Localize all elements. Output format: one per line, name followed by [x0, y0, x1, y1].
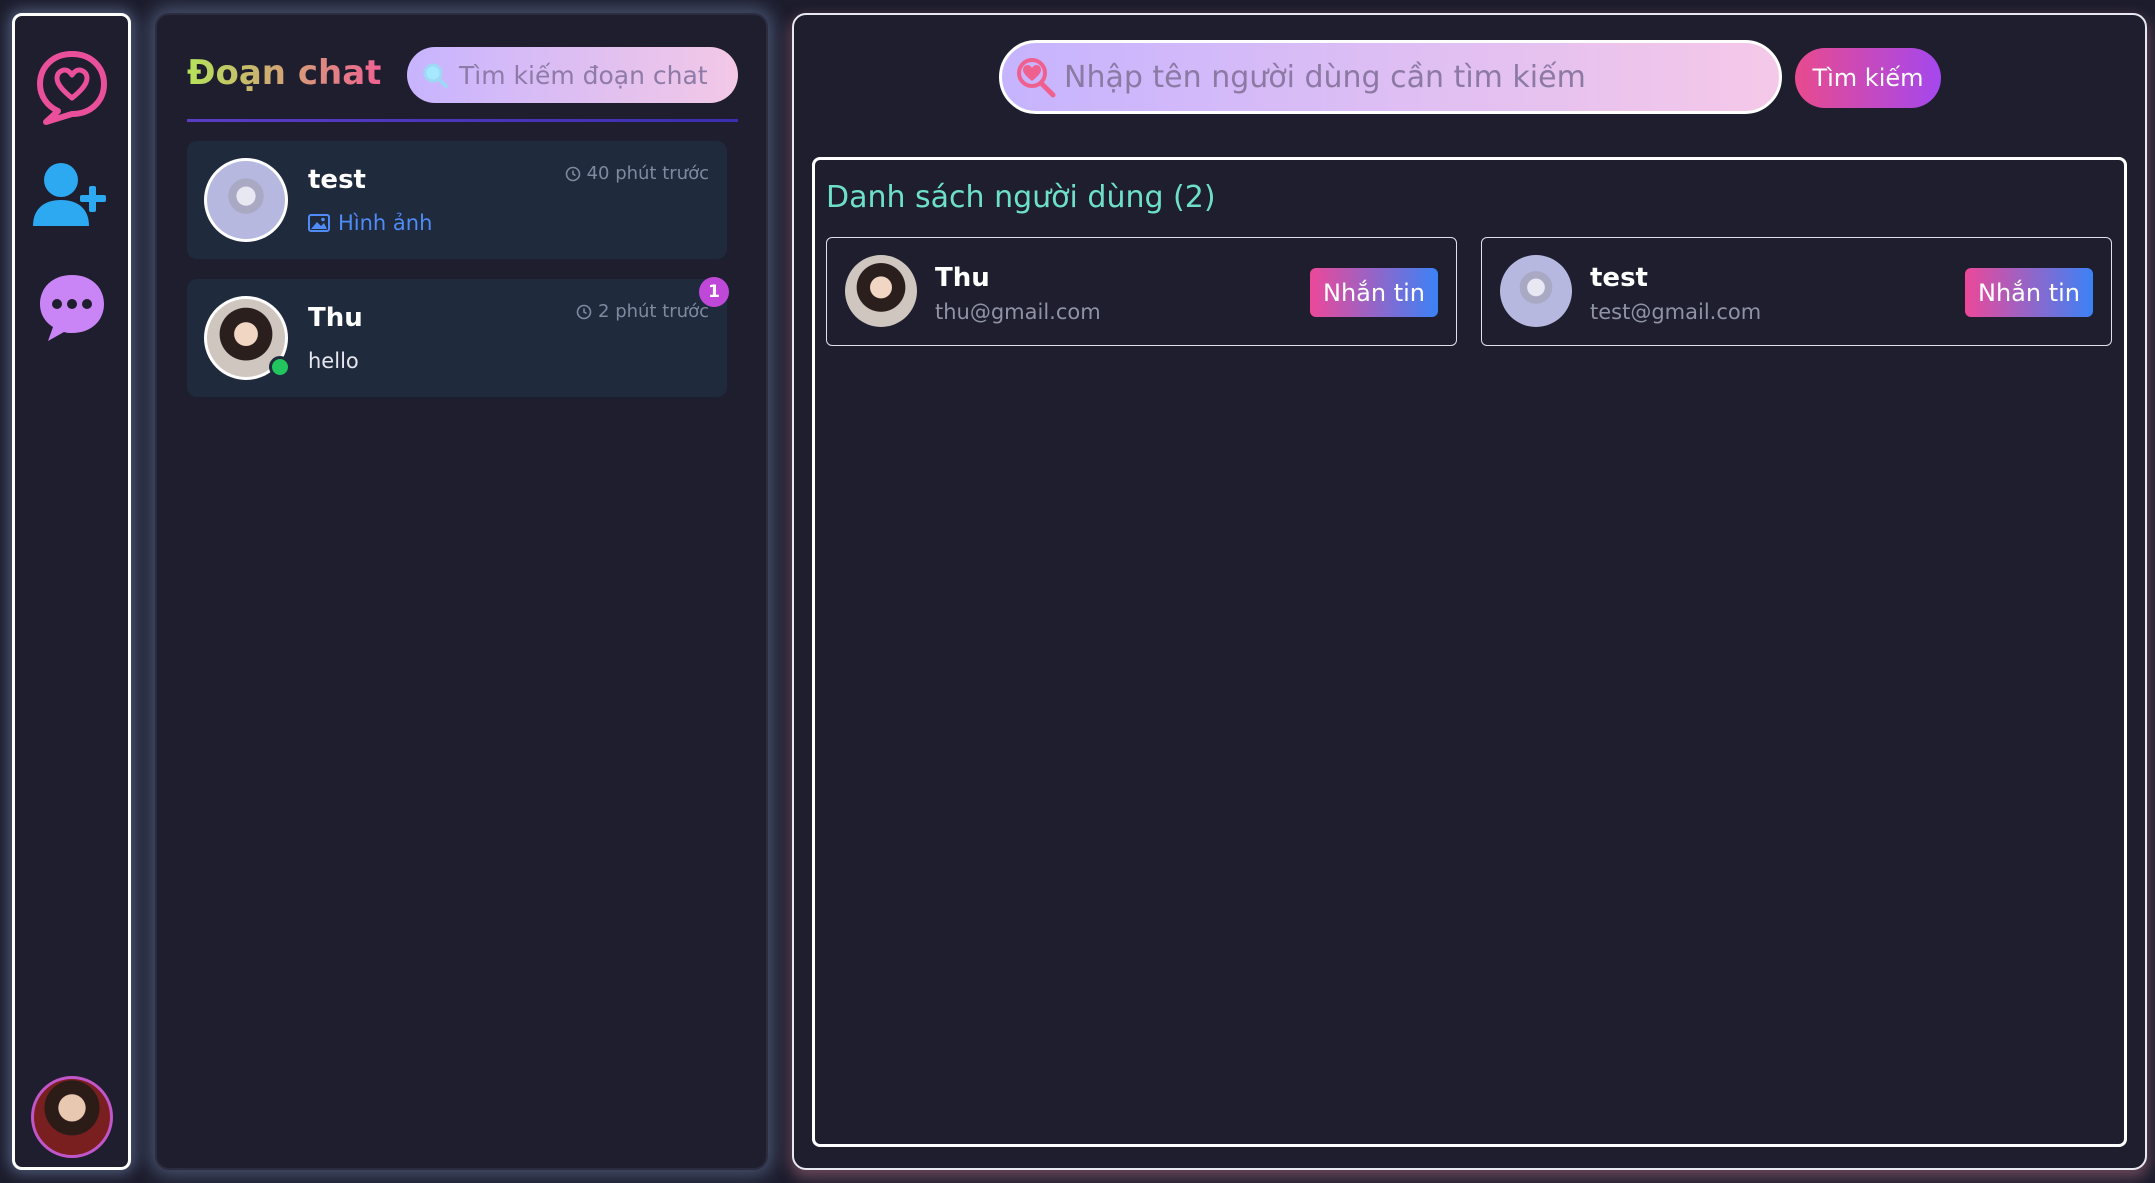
search-placeholder: Tìm kiếm đoạn chat: [459, 60, 708, 90]
unread-badge: 1: [699, 277, 729, 307]
user-email: thu@gmail.com: [935, 300, 1101, 324]
conversation-item-test[interactable]: test 40 phút trước Hình ảnh: [187, 141, 727, 259]
search-icon: [423, 63, 448, 88]
user-plus-icon[interactable]: [29, 154, 115, 240]
conversation-preview: hello: [308, 349, 359, 373]
user-name: Thu: [935, 263, 990, 293]
user-card-test: test test@gmail.com Nhắn tin: [1481, 237, 2112, 346]
conversations-panel: Đoạn chat Tìm kiếm đoạn chat test 40 phú…: [155, 13, 768, 1170]
preview-text: hello: [308, 349, 359, 373]
time-label: 2 phút trước: [598, 301, 709, 322]
clock-icon: [565, 166, 580, 181]
avatar: [845, 255, 917, 327]
user-card-thu: Thu thu@gmail.com Nhắn tin: [826, 237, 1457, 346]
user-search-panel: Nhập tên người dùng cần tìm kiếm Tìm kiế…: [792, 13, 2147, 1170]
panel-title: Đoạn chat: [187, 53, 382, 93]
avatar: [1500, 255, 1572, 327]
search-placeholder: Nhập tên người dùng cần tìm kiếm: [1064, 59, 1586, 95]
time-label: 40 phút trước: [586, 163, 709, 184]
chat-dots-icon[interactable]: [34, 269, 110, 345]
nav-rail: [12, 13, 131, 1170]
conversation-name: test: [308, 165, 366, 195]
heart-search-icon: [1017, 58, 1056, 98]
image-icon: [308, 214, 330, 232]
user-list: Danh sách người dùng (2) Thu thu@gmail.c…: [812, 157, 2127, 1147]
message-button[interactable]: Nhắn tin: [1965, 268, 2093, 317]
user-name: test: [1590, 263, 1648, 293]
message-button[interactable]: Nhắn tin: [1310, 268, 1438, 317]
conversation-preview: Hình ảnh: [308, 211, 432, 235]
search-button[interactable]: Tìm kiếm: [1795, 48, 1941, 108]
list-title: Danh sách người dùng (2): [826, 180, 1216, 215]
chat-heart-icon[interactable]: [32, 46, 112, 126]
conversation-name: Thu: [308, 303, 363, 333]
preview-text: Hình ảnh: [338, 211, 433, 235]
avatar: [204, 158, 288, 242]
divider: [187, 119, 738, 122]
user-search-input[interactable]: Nhập tên người dùng cần tìm kiếm: [999, 40, 1782, 114]
current-user-avatar[interactable]: [30, 1076, 113, 1158]
conversation-item-thu[interactable]: Thu 2 phút trước 1 hello: [187, 277, 729, 397]
online-indicator: [269, 356, 291, 378]
conversation-time: 2 phút trước: [576, 301, 709, 322]
clock-icon: [576, 304, 592, 319]
conversation-search-input[interactable]: Tìm kiếm đoạn chat: [407, 47, 738, 103]
conversation-time: 40 phút trước: [565, 163, 709, 184]
user-email: test@gmail.com: [1590, 300, 1762, 324]
